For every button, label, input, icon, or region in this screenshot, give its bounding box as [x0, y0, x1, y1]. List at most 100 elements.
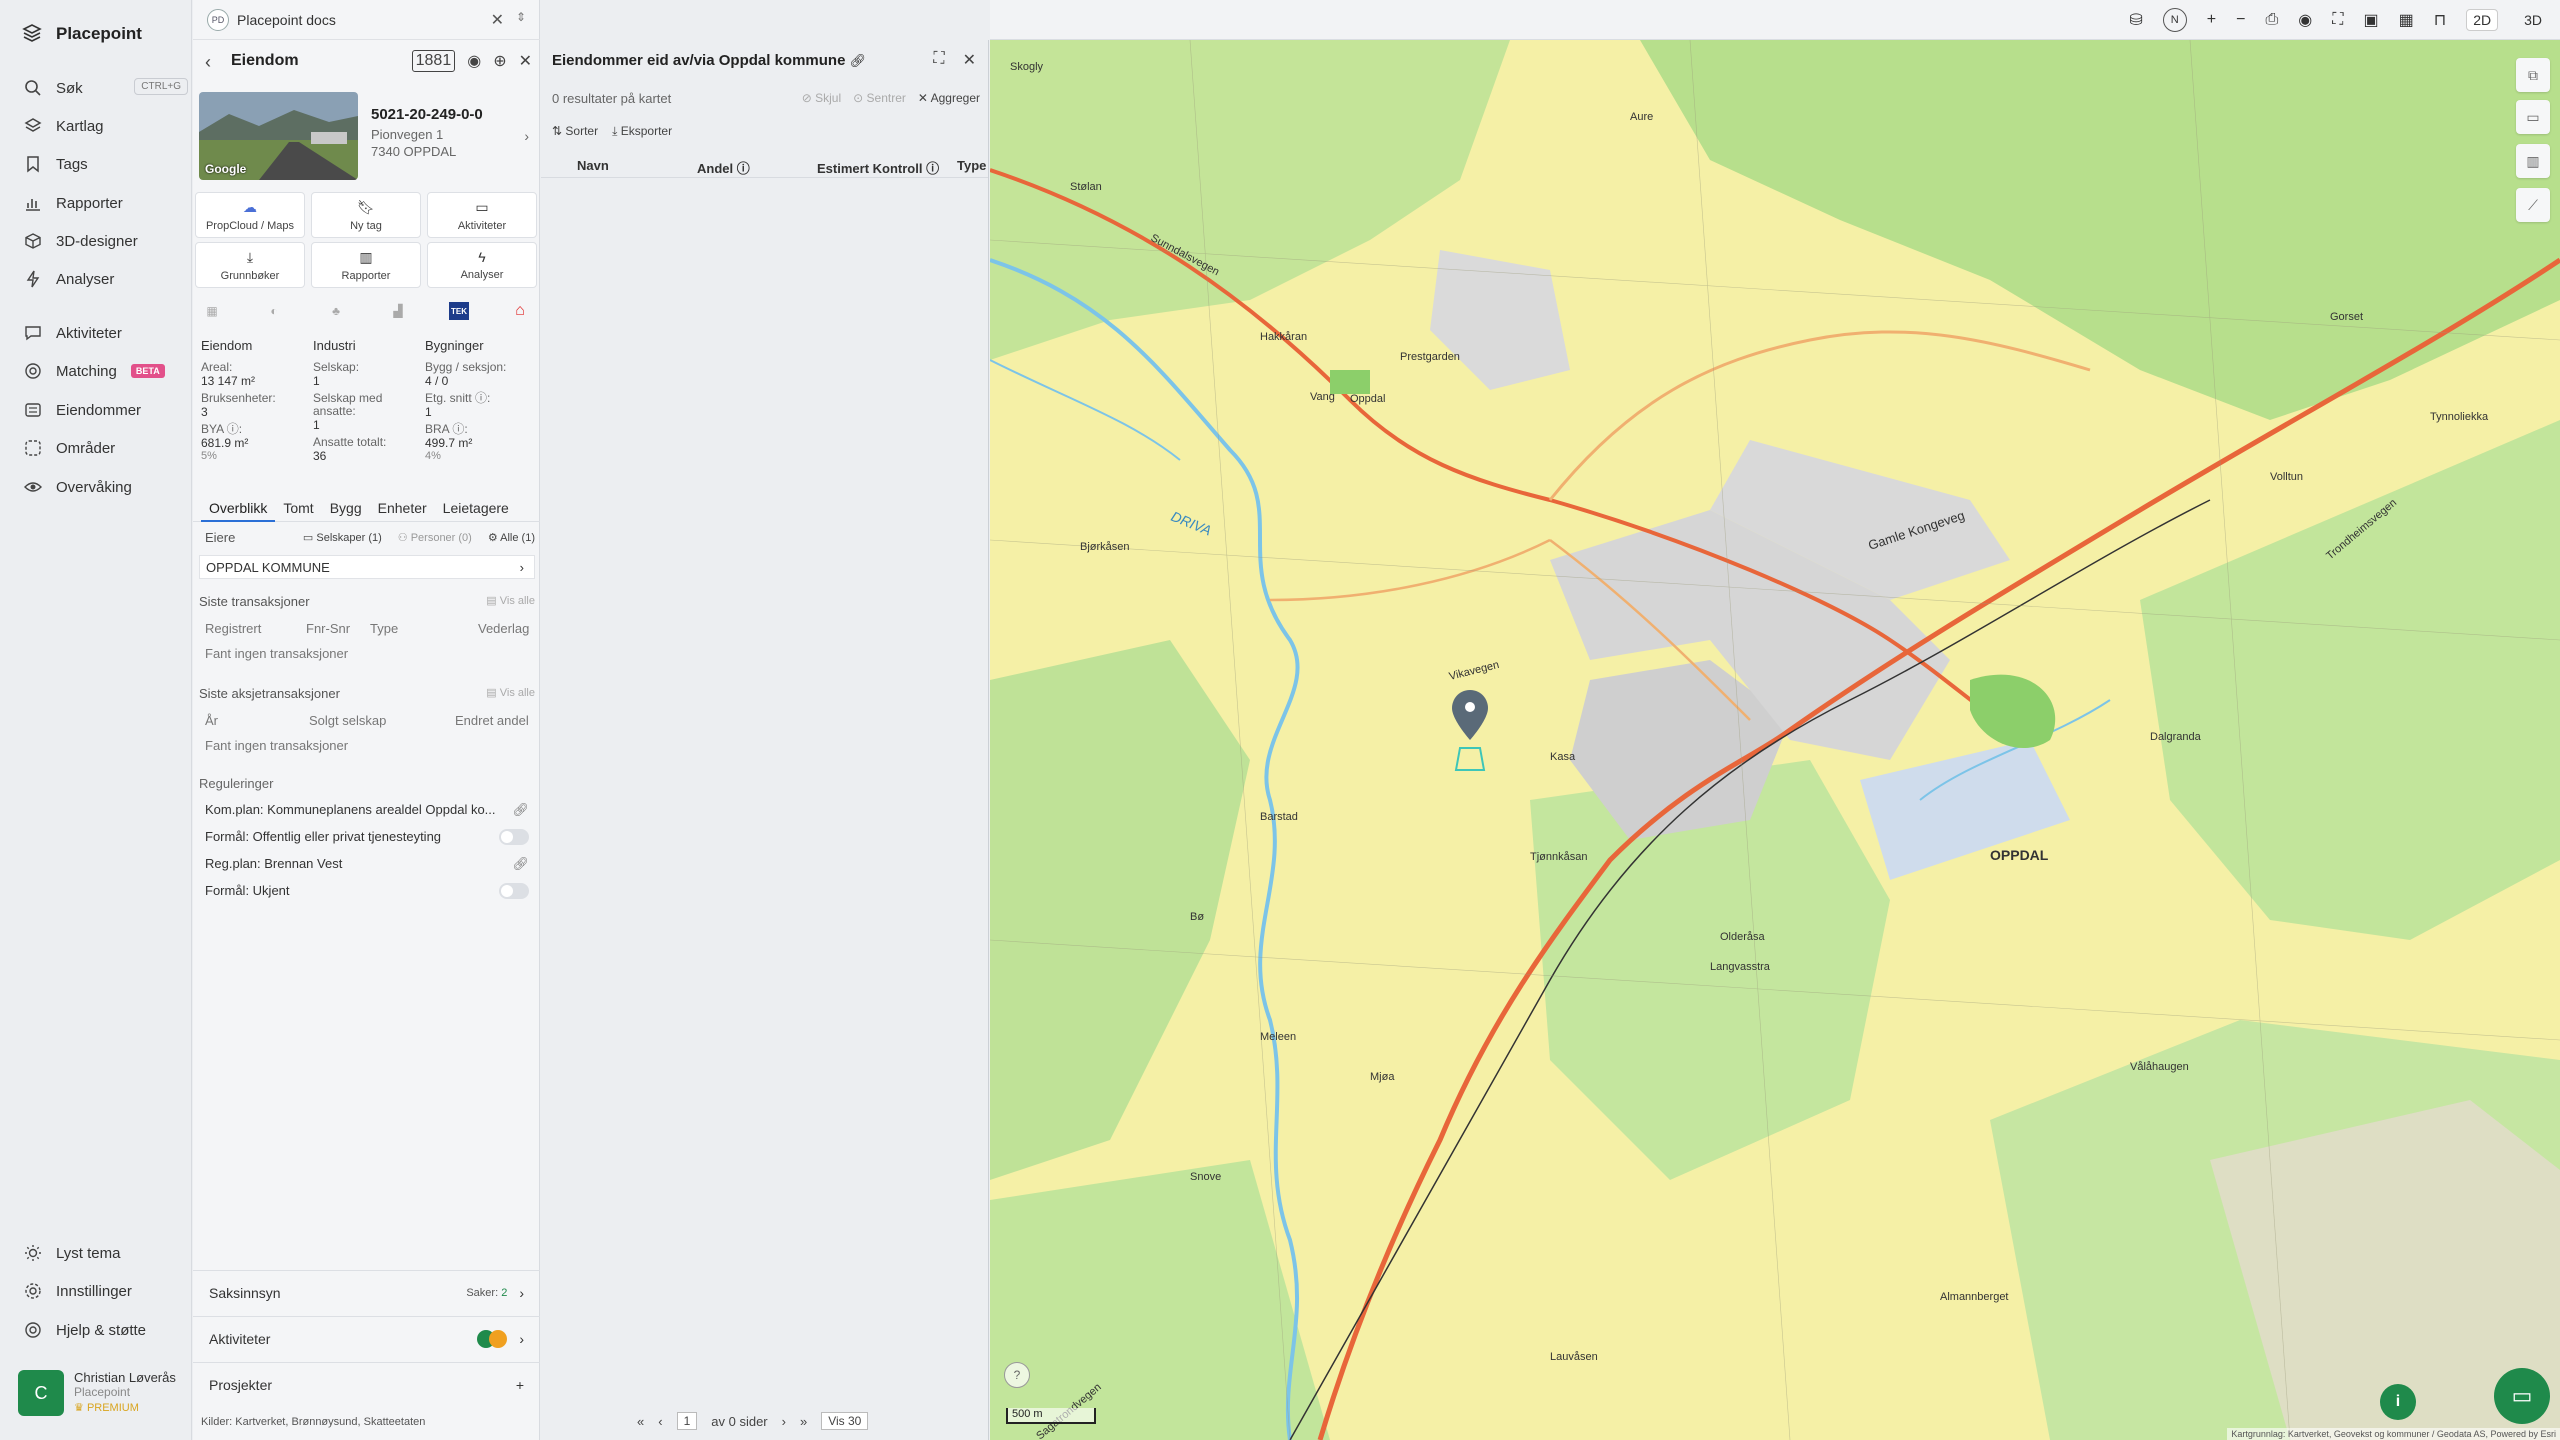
- first-page-icon[interactable]: «: [637, 1414, 644, 1429]
- brand[interactable]: Placepoint: [22, 20, 142, 48]
- chat-icon[interactable]: ▭: [2494, 1368, 2550, 1424]
- mode-2d-button[interactable]: 2D: [2466, 9, 2499, 31]
- eye-icon[interactable]: ◉: [467, 51, 481, 71]
- saksinnsyn-row[interactable]: Saksinnsyn Saker: 2 ›: [193, 1270, 540, 1314]
- nav-item-kartlag[interactable]: Kartlag: [24, 112, 184, 140]
- expand-icon[interactable]: ⛶: [933, 50, 944, 70]
- profile-icon[interactable]: ⟋: [2516, 188, 2550, 222]
- street-view-photo[interactable]: Google: [199, 92, 358, 180]
- propcloud-button[interactable]: ☁ PropCloud / Maps: [195, 192, 305, 238]
- zoom-out-icon[interactable]: −: [2236, 11, 2245, 29]
- chevron-right-icon[interactable]: ›: [524, 128, 529, 144]
- export-button[interactable]: ⤓ Eksporter: [612, 124, 672, 139]
- source-2-icon[interactable]: ◐: [263, 300, 285, 322]
- center-button[interactable]: ⊙ Sentrer: [853, 91, 906, 105]
- nav-item-tags[interactable]: Tags: [24, 150, 184, 178]
- print-icon[interactable]: ⎙: [2265, 11, 2278, 29]
- home-icon[interactable]: ⌂: [509, 300, 531, 322]
- toggle-switch[interactable]: [499, 828, 529, 845]
- plus-icon[interactable]: +: [516, 1377, 524, 1393]
- nav-item-matching[interactable]: Matching BETA: [24, 357, 184, 385]
- compass-icon[interactable]: N: [2162, 8, 2187, 32]
- fullscreen-icon[interactable]: ⛶: [2332, 11, 2343, 29]
- layers-icon[interactable]: ⧉: [2516, 58, 2550, 92]
- col-navn[interactable]: Navn: [577, 158, 609, 173]
- col-andel[interactable]: Andel ⓘ: [697, 158, 750, 177]
- link-icon[interactable]: 🔗︎: [512, 802, 529, 818]
- nav-item-overvaking[interactable]: Overvåking: [24, 473, 184, 501]
- source-4-icon[interactable]: ▟: [387, 300, 409, 322]
- add-circle-icon[interactable]: ⊕: [493, 51, 506, 71]
- source-3-icon[interactable]: ♣: [325, 300, 347, 322]
- nav-item-lyst-tema[interactable]: Lyst tema: [24, 1239, 184, 1267]
- nav-item-eiendommer[interactable]: Eiendommer: [24, 396, 184, 424]
- bookmark-icon[interactable]: ⊓: [2434, 10, 2446, 30]
- source-1-icon[interactable]: ▦: [201, 300, 223, 322]
- tab-leietagere[interactable]: Leietagere: [435, 496, 517, 522]
- nav-item-innstillinger[interactable]: Innstillinger: [24, 1277, 184, 1305]
- property-address[interactable]: 5021-20-249-0-0 Pionvegen 1 7340 OPPDAL: [371, 106, 483, 159]
- ruler-icon[interactable]: ▭: [2516, 100, 2550, 134]
- filter-selskaper[interactable]: ▭ Selskaper (1): [303, 531, 382, 544]
- layers-3d-icon[interactable]: ⛁: [2129, 10, 2142, 30]
- filter-personer[interactable]: ⚇ Personer (0): [398, 531, 472, 544]
- page-input[interactable]: 1: [676, 1412, 698, 1430]
- regulation-row[interactable]: Formål: Offentlig eller privat tjenestey…: [199, 828, 535, 845]
- camera-icon[interactable]: ▣: [2363, 10, 2378, 30]
- aktiviteter-row[interactable]: Aktiviteter ›: [193, 1316, 540, 1360]
- per-page-select[interactable]: Vis 30: [821, 1412, 869, 1430]
- toggle-switch[interactable]: [499, 882, 529, 899]
- owner-row[interactable]: OPPDAL KOMMUNE ›: [199, 555, 535, 579]
- regulation-row[interactable]: Formål: Ukjent: [199, 882, 535, 899]
- nav-item-rapporter[interactable]: Rapporter: [24, 189, 184, 217]
- close-icon[interactable]: ✕: [963, 50, 976, 70]
- docs-bar[interactable]: PD Placepoint docs ✕ ⇕: [193, 0, 540, 40]
- nav-item-analyser[interactable]: Analyser: [24, 265, 184, 293]
- analyses-button[interactable]: ϟ Analyser: [427, 242, 537, 288]
- col-type[interactable]: Type: [957, 158, 986, 173]
- vis-alle-link[interactable]: ▤ Vis alle: [486, 594, 535, 609]
- activities-button[interactable]: ▭ Aktiviteter: [427, 192, 537, 238]
- chart-icon[interactable]: ▥: [2516, 144, 2550, 178]
- close-icon[interactable]: ✕: [519, 51, 532, 71]
- tag-1881-icon[interactable]: 1881: [411, 50, 456, 72]
- new-tag-button[interactable]: 🔖︎ Ny tag: [311, 192, 421, 238]
- chevron-updown-icon[interactable]: ⇕: [516, 10, 526, 24]
- vis-alle-link[interactable]: ▤ Vis alle: [486, 686, 535, 701]
- next-page-icon[interactable]: ›: [782, 1414, 786, 1429]
- map-canvas[interactable]: OPPDAL DRIVA Sunndalsvegen Gamle Kongeve…: [990, 40, 2560, 1440]
- tab-enheter[interactable]: Enheter: [370, 496, 435, 522]
- help-icon[interactable]: ?: [1004, 1362, 1030, 1388]
- prosjekter-row[interactable]: Prosjekter +: [193, 1362, 540, 1406]
- user-card[interactable]: C Christian Løverås Placepoint ♛ PREMIUM: [18, 1370, 176, 1416]
- link-icon[interactable]: 🔗︎: [512, 856, 529, 872]
- mode-3d-button[interactable]: 3D: [2518, 10, 2548, 30]
- tek-icon[interactable]: TEK: [449, 302, 469, 320]
- regulation-row[interactable]: Kom.plan: Kommuneplanens arealdel Oppdal…: [199, 801, 535, 818]
- col-estimert-kontroll[interactable]: Estimert Kontroll ⓘ: [817, 158, 939, 177]
- regulation-row[interactable]: Reg.plan: Brennan Vest 🔗︎: [199, 855, 535, 872]
- eye-icon[interactable]: ◉: [2298, 10, 2312, 30]
- close-icon[interactable]: ✕: [491, 10, 504, 30]
- hide-button[interactable]: ⊘ Skjul: [802, 91, 841, 105]
- zoom-in-icon[interactable]: +: [2207, 11, 2216, 29]
- nav-item-3d-designer[interactable]: 3D-designer: [24, 227, 184, 255]
- filter-alle[interactable]: ⚙ Alle (1): [488, 531, 535, 544]
- back-arrow-icon[interactable]: ‹: [205, 52, 211, 73]
- nav-item-omrader[interactable]: Områder: [24, 434, 184, 462]
- tab-tomt[interactable]: Tomt: [275, 496, 321, 522]
- aggregate-button[interactable]: ✕ Aggreger: [918, 91, 980, 105]
- tab-bygg[interactable]: Bygg: [322, 496, 370, 522]
- grunnboker-button[interactable]: ⤓ Grunnbøker: [195, 242, 305, 288]
- nav-item-sok[interactable]: Søk CTRL+G: [24, 74, 188, 102]
- tab-overblikk[interactable]: Overblikk: [201, 496, 276, 522]
- nav-item-aktiviteter[interactable]: Aktiviteter: [24, 319, 184, 347]
- nav-item-hjelp[interactable]: Hjelp & støtte: [24, 1316, 184, 1344]
- info-icon[interactable]: i: [2380, 1384, 2416, 1420]
- reports-button[interactable]: ▥ Rapporter: [311, 242, 421, 288]
- last-page-icon[interactable]: »: [800, 1414, 807, 1429]
- link-icon[interactable]: 🔗︎: [850, 53, 867, 68]
- sort-button[interactable]: ⇅ Sorter: [552, 124, 598, 139]
- grid-icon[interactable]: ▦: [2399, 10, 2414, 30]
- prev-page-icon[interactable]: ‹: [658, 1414, 662, 1429]
